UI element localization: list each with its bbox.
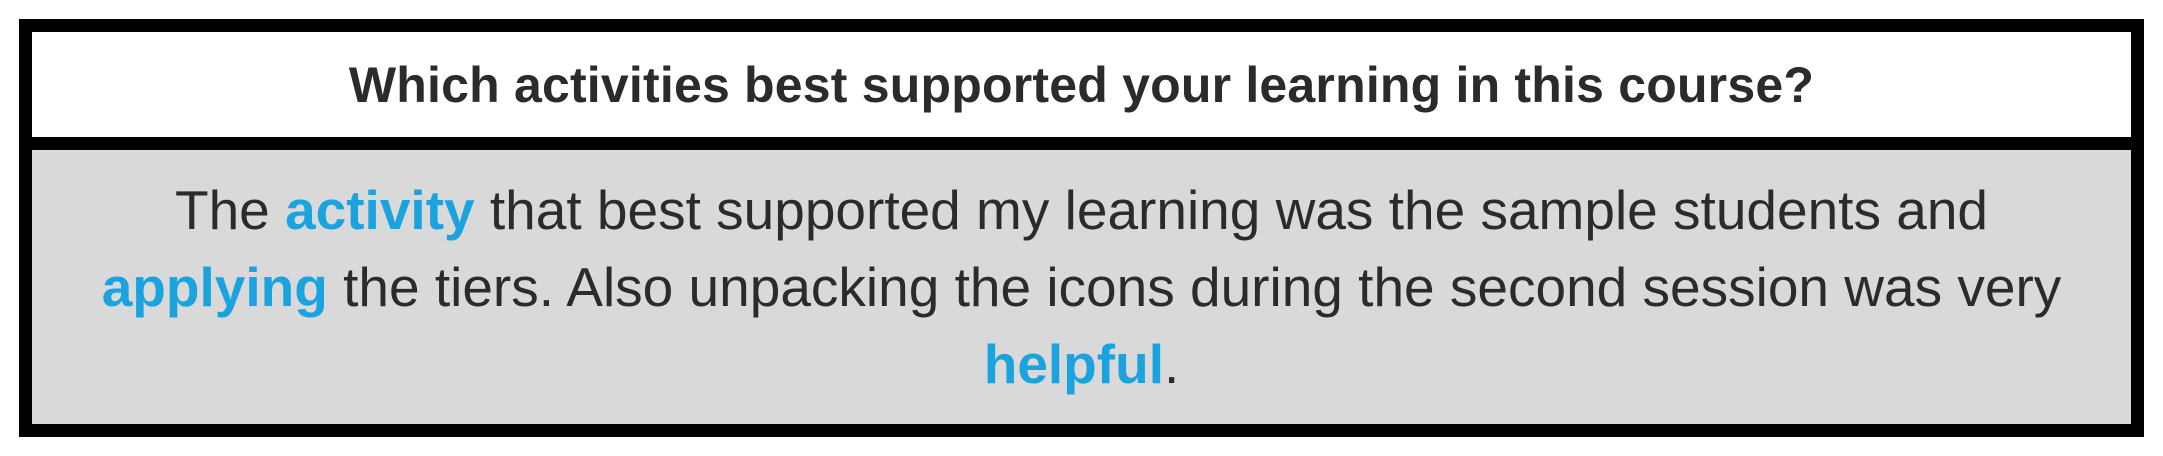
answer-panel: The activity that best supported my lear…	[32, 150, 2131, 424]
highlight-word: activity	[285, 178, 475, 241]
answer-segment: that best supported my learning was the …	[474, 178, 1988, 241]
answer-segment: the tiers. Also unpacking the icons duri…	[327, 255, 2062, 318]
response-card: Which activities best supported your lea…	[19, 19, 2144, 437]
answer-segment: .	[1163, 332, 1180, 395]
answer-text: The activity that best supported my lear…	[102, 172, 2062, 403]
question-header: Which activities best supported your lea…	[32, 32, 2131, 150]
answer-segment: The	[175, 178, 286, 241]
highlight-word: helpful	[983, 332, 1164, 395]
question-text: Which activities best supported your lea…	[348, 56, 1815, 113]
highlight-word: applying	[101, 255, 328, 318]
